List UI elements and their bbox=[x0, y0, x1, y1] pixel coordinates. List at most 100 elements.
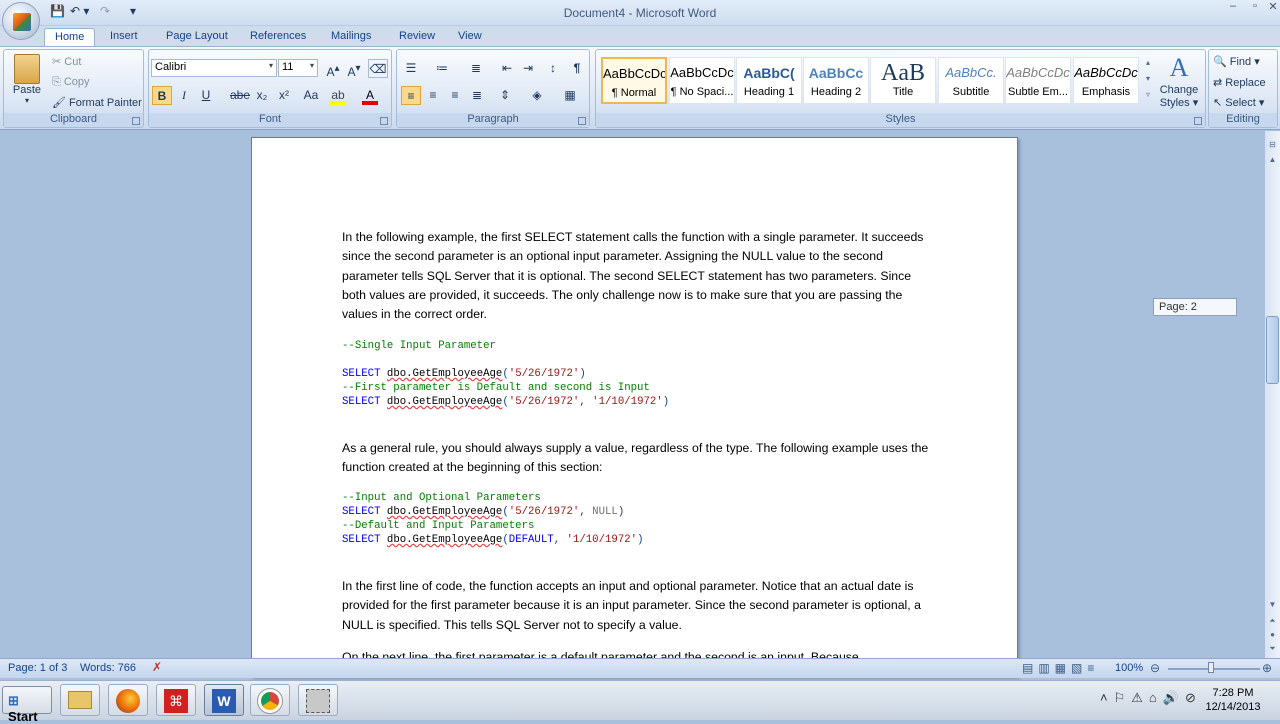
page-count[interactable]: Page: 1 of 3 bbox=[8, 662, 67, 674]
strikethrough-button[interactable]: abe bbox=[228, 86, 252, 105]
paragraph-launcher-icon[interactable] bbox=[578, 117, 586, 125]
tab-mailings[interactable]: Mailings bbox=[321, 28, 381, 47]
paragraph-4[interactable]: On the next line, the first parameter is… bbox=[342, 648, 932, 658]
font-name-combo[interactable]: Calibri ▾ bbox=[151, 59, 277, 77]
italic-button[interactable]: I bbox=[174, 86, 194, 105]
select-browse-object-icon[interactable]: ● bbox=[1266, 630, 1279, 642]
word-count[interactable]: Words: 766 bbox=[80, 662, 136, 674]
subscript-button[interactable]: x₂ bbox=[252, 86, 272, 105]
paragraph-1[interactable]: In the following example, the first SELE… bbox=[342, 228, 932, 324]
shrink-font-button[interactable]: A▾ bbox=[344, 59, 364, 79]
line-spacing-icon[interactable]: ⇕ bbox=[495, 86, 515, 105]
paragraph-label: Paragraph bbox=[397, 113, 589, 127]
style-heading-2[interactable]: AaBbCc Heading 2 bbox=[803, 57, 869, 104]
font-color-swatch bbox=[362, 101, 378, 105]
bold-button[interactable]: B bbox=[152, 86, 172, 105]
change-case-button[interactable]: Aa bbox=[298, 86, 324, 105]
tab-page-layout[interactable]: Page Layout bbox=[156, 28, 238, 47]
tab-review[interactable]: Review bbox=[389, 28, 445, 47]
numbering-icon[interactable]: ≔ bbox=[432, 59, 452, 78]
select-button[interactable]: ↖ Select ▾ bbox=[1213, 96, 1264, 109]
tab-references[interactable]: References bbox=[240, 28, 316, 47]
clock[interactable]: 7:28 PM 12/14/2013 bbox=[1198, 686, 1268, 714]
minimize-button[interactable]: – bbox=[1222, 0, 1244, 18]
replace-icon: ⇄ bbox=[1213, 77, 1223, 89]
zoom-slider[interactable] bbox=[1168, 668, 1260, 670]
code-block-1[interactable]: --Single Input Parameter SELECT dbo.GetE… bbox=[342, 339, 669, 409]
borders-icon[interactable]: ▦ bbox=[560, 86, 580, 105]
find-button[interactable]: 🔍 Find ▾ bbox=[1213, 55, 1260, 68]
system-tray-icons[interactable]: ˄⚐⚠⌂🔊⊘ bbox=[1100, 690, 1202, 706]
style-title[interactable]: AaB Title bbox=[870, 57, 936, 104]
align-left-icon[interactable]: ≡ bbox=[401, 86, 421, 105]
copy-button[interactable]: ⎘ Copy bbox=[52, 76, 90, 89]
format-painter-button[interactable]: 🖌 Format Painter bbox=[52, 96, 142, 109]
start-button[interactable]: ⊞ Start bbox=[2, 686, 52, 724]
zoom-out-icon[interactable]: ⊖ bbox=[1150, 661, 1160, 675]
sort-icon[interactable]: ↕ bbox=[543, 59, 563, 78]
shading-icon[interactable]: ◈ bbox=[527, 86, 547, 105]
vertical-scrollbar[interactable] bbox=[1265, 131, 1280, 658]
zoom-level[interactable]: 100% bbox=[1115, 662, 1143, 674]
paragraph-2[interactable]: As a general rule, you should always sup… bbox=[342, 439, 932, 478]
superscript-button[interactable]: x² bbox=[274, 86, 294, 105]
style-normal[interactable]: AaBbCcDc ¶ Normal bbox=[601, 57, 667, 104]
paste-button[interactable]: Paste ▾ bbox=[8, 52, 46, 114]
grow-font-button[interactable]: A▴ bbox=[323, 59, 343, 79]
clear-formatting-button[interactable]: ⌫ bbox=[368, 59, 388, 78]
ruler-toggle-icon[interactable]: ⊟ bbox=[1266, 140, 1279, 152]
style-emphasis[interactable]: AaBbCcDc Emphasis bbox=[1073, 57, 1139, 104]
window-title: Document4 - Microsoft Word bbox=[563, 6, 717, 20]
increase-indent-icon[interactable]: ⇥ bbox=[518, 59, 538, 78]
show-hide-button[interactable]: ¶ bbox=[567, 59, 587, 78]
zoom-in-icon[interactable]: ⊕ bbox=[1262, 661, 1272, 675]
tab-view[interactable]: View bbox=[448, 28, 492, 47]
windows-logo-icon: ⊞ bbox=[8, 693, 19, 708]
tab-home[interactable]: Home bbox=[44, 28, 96, 47]
tools-taskbar-icon[interactable] bbox=[298, 684, 338, 716]
highlight-color-swatch bbox=[330, 101, 346, 105]
close-button[interactable]: ✕ bbox=[1262, 0, 1280, 18]
align-right-icon[interactable]: ≡ bbox=[445, 86, 465, 105]
code-block-2[interactable]: --Input and Optional Parameters SELECT d… bbox=[342, 491, 644, 547]
binoculars-icon: 🔍 bbox=[1213, 56, 1227, 68]
zoom-slider-thumb[interactable] bbox=[1208, 662, 1214, 673]
style-subtle-emphasis[interactable]: AaBbCcDc Subtle Em... bbox=[1005, 57, 1071, 104]
scroll-up-icon[interactable]: ▲ bbox=[1266, 155, 1279, 167]
font-size-combo[interactable]: 11 ▾ bbox=[278, 59, 318, 77]
multilevel-list-icon[interactable]: ≣ bbox=[466, 59, 486, 78]
proofing-icon[interactable]: ✗ bbox=[152, 660, 162, 674]
bullets-icon[interactable]: ☰ bbox=[401, 59, 421, 78]
chrome-taskbar-icon[interactable] bbox=[250, 684, 290, 716]
font-launcher-icon[interactable] bbox=[380, 117, 388, 125]
change-styles-button[interactable]: A Change Styles ▾ bbox=[1157, 52, 1201, 112]
office-button[interactable] bbox=[2, 2, 40, 40]
scroll-down-icon[interactable]: ▼ bbox=[1266, 600, 1279, 612]
scroll-thumb[interactable] bbox=[1266, 316, 1279, 384]
style-subtitle[interactable]: AaBbCc. Subtitle bbox=[938, 57, 1004, 104]
paragraph-3[interactable]: In the first line of code, the function … bbox=[342, 577, 932, 635]
align-center-icon[interactable]: ≡ bbox=[423, 86, 443, 105]
explorer-taskbar-icon[interactable] bbox=[60, 684, 100, 716]
underline-button[interactable]: U bbox=[196, 86, 216, 105]
word-taskbar-icon[interactable]: W bbox=[204, 684, 244, 716]
decrease-indent-icon[interactable]: ⇤ bbox=[497, 59, 517, 78]
style-no-spacing[interactable]: AaBbCcDc ¶ No Spaci... bbox=[669, 57, 735, 104]
acrobat-taskbar-icon[interactable]: ⌘ bbox=[156, 684, 196, 716]
cut-button[interactable]: ✂ Cut bbox=[52, 55, 81, 68]
styles-gallery-scroll[interactable]: ▴ ▾ ▿ bbox=[1142, 55, 1154, 105]
editing-label: Editing bbox=[1209, 113, 1277, 127]
view-buttons[interactable]: ▤▥▦▧≡ bbox=[1022, 661, 1099, 675]
firefox-taskbar-icon[interactable] bbox=[108, 684, 148, 716]
cursor-icon: ↖ bbox=[1213, 97, 1223, 109]
clipboard-launcher-icon[interactable] bbox=[132, 117, 140, 125]
next-page-icon[interactable]: ⏷ bbox=[1266, 644, 1279, 656]
replace-button[interactable]: ⇄ Replace bbox=[1213, 76, 1266, 89]
justify-icon[interactable]: ≣ bbox=[467, 86, 487, 105]
style-heading-1[interactable]: AaBbC(Heading 1 bbox=[736, 57, 802, 104]
styles-launcher-icon[interactable] bbox=[1194, 117, 1202, 125]
tab-insert[interactable]: Insert bbox=[100, 28, 148, 47]
font-label: Font bbox=[149, 113, 391, 127]
paste-icon bbox=[14, 54, 40, 84]
previous-page-icon[interactable]: ⏶ bbox=[1266, 616, 1279, 628]
